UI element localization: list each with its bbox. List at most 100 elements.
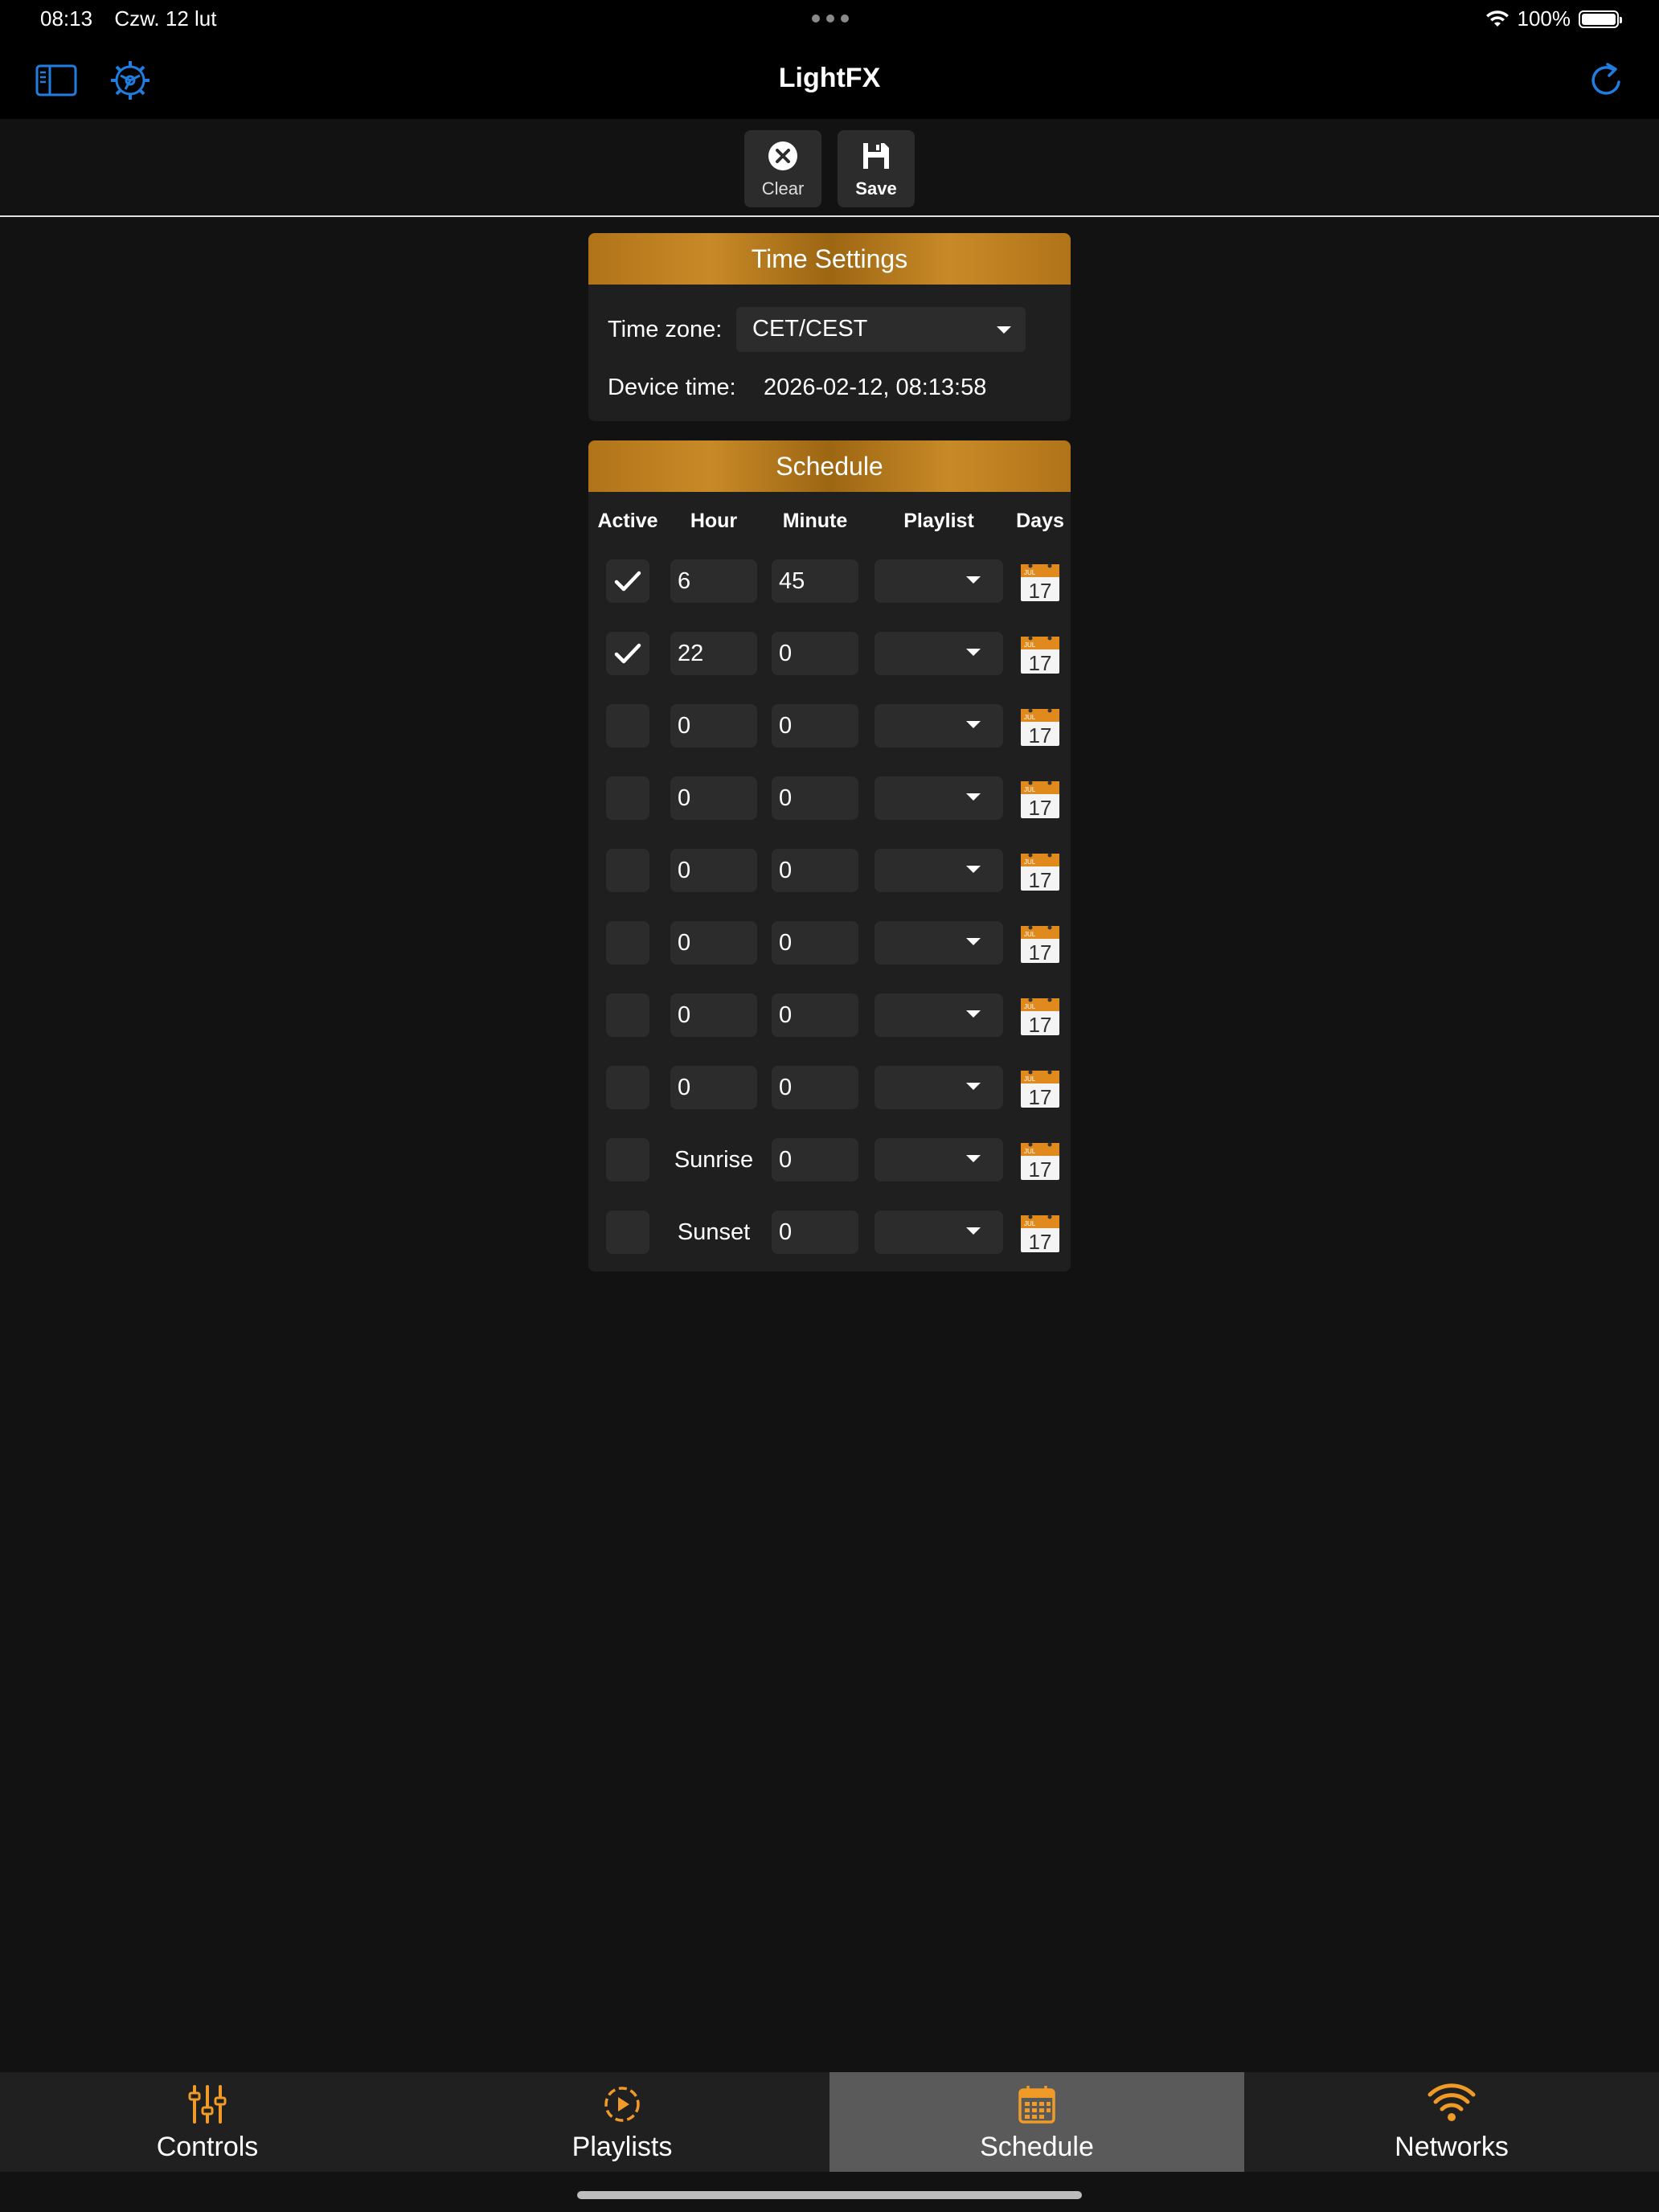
tab-playlists[interactable]: Playlists (415, 2072, 830, 2172)
chevron-down-icon (966, 721, 981, 728)
active-checkbox[interactable] (606, 1138, 649, 1182)
tab-bar: Controls Playlists Schedule Networks (0, 2072, 1659, 2172)
minute-input[interactable]: 0 (772, 921, 858, 965)
chevron-down-icon (966, 938, 981, 945)
active-checkbox[interactable] (606, 921, 649, 965)
svg-text:JUL: JUL (1024, 641, 1036, 649)
active-checkbox[interactable] (606, 1066, 649, 1109)
hour-input[interactable]: 6 (670, 559, 757, 603)
time-settings-header: Time Settings (588, 233, 1071, 285)
tab-networks-label: Networks (1395, 2132, 1509, 2162)
days-calendar-icon[interactable]: JUL 17 (1019, 923, 1061, 965)
svg-text:17: 17 (1029, 1230, 1052, 1254)
days-calendar-icon[interactable]: JUL 17 (1019, 1067, 1061, 1109)
svg-text:JUL: JUL (1024, 858, 1036, 866)
playlist-select[interactable] (875, 993, 1003, 1037)
status-time-date: 08:13 Czw. 12 lut (40, 6, 216, 31)
chevron-down-icon (997, 326, 1011, 334)
schedule-row: 0 0 JUL 17 (588, 849, 1071, 894)
minute-input[interactable]: 0 (772, 1138, 858, 1182)
chevron-down-icon (966, 1227, 981, 1235)
column-header-days: Days (1016, 510, 1064, 532)
playlist-select[interactable] (875, 1138, 1003, 1182)
active-checkbox[interactable] (606, 1210, 649, 1254)
hour-input[interactable]: 0 (670, 776, 757, 820)
tab-controls[interactable]: Controls (0, 2072, 415, 2172)
refresh-icon[interactable] (1583, 58, 1628, 103)
svg-text:17: 17 (1029, 1013, 1052, 1037)
play-circle-icon (604, 2087, 640, 2122)
playlist-select[interactable] (875, 704, 1003, 748)
checkmark-icon (614, 571, 641, 592)
minute-input[interactable]: 0 (772, 849, 858, 892)
tab-schedule-label: Schedule (980, 2132, 1094, 2162)
minute-input[interactable]: 0 (772, 776, 858, 820)
chevron-down-icon (966, 793, 981, 801)
chevron-down-icon (966, 1010, 981, 1018)
minute-input[interactable]: 0 (772, 632, 858, 675)
hour-input[interactable]: 22 (670, 632, 757, 675)
playlist-select[interactable] (875, 1210, 1003, 1254)
timezone-label: Time zone: (608, 317, 723, 342)
svg-text:17: 17 (1029, 579, 1052, 603)
sliders-icon (188, 2085, 227, 2124)
active-checkbox[interactable] (606, 993, 649, 1037)
playlist-select[interactable] (875, 849, 1003, 892)
clear-button[interactable]: Clear (744, 130, 821, 207)
schedule-row: Sunset 0 JUL 17 (588, 1210, 1071, 1256)
hour-input[interactable]: 0 (670, 993, 757, 1037)
svg-text:17: 17 (1029, 868, 1052, 892)
days-calendar-icon[interactable]: JUL 17 (1019, 561, 1061, 603)
minute-input[interactable]: 0 (772, 704, 858, 748)
battery-icon (1579, 10, 1622, 28)
chevron-down-icon (966, 649, 981, 656)
days-calendar-icon[interactable]: JUL 17 (1019, 1212, 1061, 1254)
home-indicator[interactable] (577, 2191, 1082, 2199)
days-calendar-icon[interactable]: JUL 17 (1019, 850, 1061, 892)
minute-input[interactable]: 0 (772, 993, 858, 1037)
tab-networks[interactable]: Networks (1244, 2072, 1659, 2172)
svg-text:JUL: JUL (1024, 569, 1036, 576)
playlist-select[interactable] (875, 776, 1003, 820)
schedule-row: 0 0 JUL 17 (588, 776, 1071, 821)
minute-input[interactable]: 0 (772, 1066, 858, 1109)
active-checkbox[interactable] (606, 704, 649, 748)
active-checkbox[interactable] (606, 849, 649, 892)
tab-playlists-label: Playlists (571, 2132, 673, 2162)
active-checkbox[interactable] (606, 559, 649, 603)
device-time-value: 2026-02-12, 08:13:58 (764, 375, 987, 400)
active-checkbox[interactable] (606, 632, 649, 675)
minute-input[interactable]: 45 (772, 559, 858, 603)
days-calendar-icon[interactable]: JUL 17 (1019, 778, 1061, 820)
days-calendar-icon[interactable]: JUL 17 (1019, 633, 1061, 675)
days-calendar-icon[interactable]: JUL 17 (1019, 706, 1061, 748)
days-calendar-icon[interactable]: JUL 17 (1019, 1140, 1061, 1182)
svg-text:17: 17 (1029, 796, 1052, 820)
navigation-bar: LightFX (0, 39, 1659, 119)
tab-schedule[interactable]: Schedule (830, 2072, 1244, 2172)
schedule-row: Sunrise 0 JUL 17 (588, 1138, 1071, 1183)
calendar-icon (1018, 2086, 1055, 2124)
schedule-header: Schedule (588, 440, 1071, 492)
battery-percent: 100% (1517, 6, 1571, 31)
save-button[interactable]: Save (838, 130, 915, 207)
hour-input[interactable]: 0 (670, 849, 757, 892)
app-title: LightFX (778, 63, 881, 93)
multitasking-dots-icon[interactable] (812, 14, 849, 23)
playlist-select[interactable] (875, 921, 1003, 965)
active-checkbox[interactable] (606, 776, 649, 820)
svg-text:17: 17 (1029, 651, 1052, 675)
days-calendar-icon[interactable]: JUL 17 (1019, 995, 1061, 1037)
minute-input[interactable]: 0 (772, 1210, 858, 1254)
hour-input[interactable]: 0 (670, 1066, 757, 1109)
hour-input[interactable]: 0 (670, 921, 757, 965)
timezone-select[interactable]: CET/CEST (736, 307, 1026, 352)
playlist-select[interactable] (875, 559, 1003, 603)
hour-input[interactable]: 0 (670, 704, 757, 748)
timezone-value: CET/CEST (752, 316, 868, 342)
playlist-select[interactable] (875, 632, 1003, 675)
status-bar: 08:13 Czw. 12 lut 100% (0, 0, 1659, 39)
schedule-row: 6 45 JUL 17 (588, 559, 1071, 604)
save-label: Save (855, 178, 897, 199)
playlist-select[interactable] (875, 1066, 1003, 1109)
